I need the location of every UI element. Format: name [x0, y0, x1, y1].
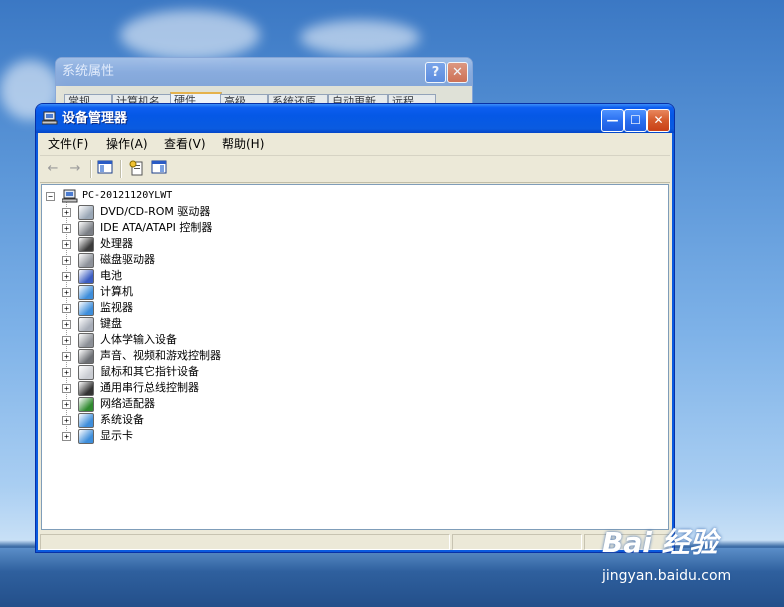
network-adapter-icon	[78, 397, 94, 412]
device-category-label: 处理器	[100, 237, 133, 250]
menu-action[interactable]: 操作(A)	[106, 133, 148, 155]
device-category-label: 鼠标和其它指针设备	[100, 365, 199, 378]
cdrom-icon	[78, 205, 94, 220]
menu-bar: 文件(F) 操作(A) 查看(V) 帮助(H)	[40, 133, 670, 156]
toolbar: ← →	[40, 156, 670, 183]
expand-toggle[interactable]: +	[62, 368, 71, 377]
window-title: 设备管理器	[62, 111, 128, 126]
expand-toggle[interactable]: +	[62, 304, 71, 313]
device-tree[interactable]: − PC-20121120YLWT + DVD/CD-ROM 驱动器 + IDE AT…	[41, 184, 669, 530]
menu-file[interactable]: 文件(F)	[48, 133, 88, 155]
status-cell	[452, 534, 582, 550]
usb-icon	[78, 381, 94, 396]
monitor-icon	[78, 301, 94, 316]
device-category-label: 电池	[100, 269, 122, 282]
device-manager-icon	[41, 111, 58, 125]
device-category-label: IDE ATA/ATAPI 控制器	[100, 221, 213, 234]
forward-arrow-icon[interactable]: →	[66, 160, 84, 178]
device-category-label: 显示卡	[100, 429, 133, 442]
watermark-url: jingyan.baidu.com	[602, 568, 732, 584]
expand-toggle[interactable]: +	[62, 320, 71, 329]
device-category-label: 键盘	[100, 317, 122, 330]
close-button[interactable]: ✕	[447, 62, 468, 83]
expand-toggle[interactable]: +	[62, 432, 71, 441]
device-category-label: 计算机	[100, 285, 133, 298]
expand-toggle[interactable]: +	[62, 288, 71, 297]
system-properties-titlebar[interactable]: 系统属性 ? ✕	[56, 58, 472, 86]
device-category-label: 声音、视频和游戏控制器	[100, 349, 221, 362]
computer-icon	[78, 285, 94, 300]
sound-icon	[78, 349, 94, 364]
ide-controller-icon	[78, 221, 94, 236]
help-button[interactable]: ?	[425, 62, 446, 83]
device-category-label: 系统设备	[100, 413, 144, 426]
display-adapter-icon	[78, 429, 94, 444]
device-category-label: 监视器	[100, 301, 133, 314]
computer-icon	[61, 189, 78, 203]
toolbar-separator	[90, 160, 92, 178]
device-category-label: 网络适配器	[100, 397, 155, 410]
device-category-label: DVD/CD-ROM 驱动器	[100, 205, 211, 218]
expand-toggle[interactable]: +	[62, 352, 71, 361]
device-category-label: 磁盘驱动器	[100, 253, 155, 266]
system-properties-title: 系统属性	[62, 64, 115, 79]
expand-toggle[interactable]: +	[62, 224, 71, 233]
device-category-label: 通用串行总线控制器	[100, 381, 199, 394]
expand-toggle[interactable]: +	[62, 272, 71, 281]
system-device-icon	[78, 413, 94, 428]
tree-root-label: PC-20121120YLWT	[82, 190, 173, 201]
mouse-icon	[78, 365, 94, 380]
expand-toggle[interactable]: +	[62, 240, 71, 249]
minimize-button[interactable]: —	[601, 109, 624, 132]
device-manager-titlebar[interactable]: 设备管理器 — ☐ ✕	[36, 104, 674, 133]
expand-toggle[interactable]: +	[62, 384, 71, 393]
properties-icon[interactable]	[128, 160, 146, 178]
device-manager-window[interactable]: 设备管理器 — ☐ ✕ 文件(F) 操作(A) 查看(V) 帮助(H) ← → …	[35, 103, 675, 553]
show-hide-console-tree-icon[interactable]	[96, 160, 114, 178]
device-category-label: 人体学输入设备	[100, 333, 177, 346]
menu-help[interactable]: 帮助(H)	[222, 133, 264, 155]
close-button[interactable]: ✕	[647, 109, 670, 132]
menu-view[interactable]: 查看(V)	[164, 133, 206, 155]
processor-icon	[78, 237, 94, 252]
system-properties-window[interactable]: 系统属性 ? ✕ 常规 计算机名 硬件 高级 系统还原 自动更新 远程	[55, 57, 473, 110]
expand-toggle[interactable]: +	[62, 336, 71, 345]
baidu-logo: Bai 经验	[602, 526, 718, 559]
expand-toggle[interactable]: +	[62, 208, 71, 217]
cloud	[120, 10, 260, 60]
expand-toggle[interactable]: +	[62, 400, 71, 409]
toolbar-separator	[120, 160, 122, 178]
status-cell	[40, 534, 450, 550]
back-arrow-icon[interactable]: ←	[44, 160, 62, 178]
help-icon[interactable]	[150, 160, 168, 178]
expand-toggle[interactable]: +	[62, 256, 71, 265]
battery-icon	[78, 269, 94, 284]
status-bar	[40, 532, 670, 550]
keyboard-icon	[78, 317, 94, 332]
disk-drive-icon	[78, 253, 94, 268]
cloud	[300, 20, 420, 55]
expand-toggle[interactable]: +	[62, 416, 71, 425]
collapse-toggle[interactable]: −	[46, 192, 55, 201]
maximize-button[interactable]: ☐	[624, 109, 647, 132]
hid-icon	[78, 333, 94, 348]
